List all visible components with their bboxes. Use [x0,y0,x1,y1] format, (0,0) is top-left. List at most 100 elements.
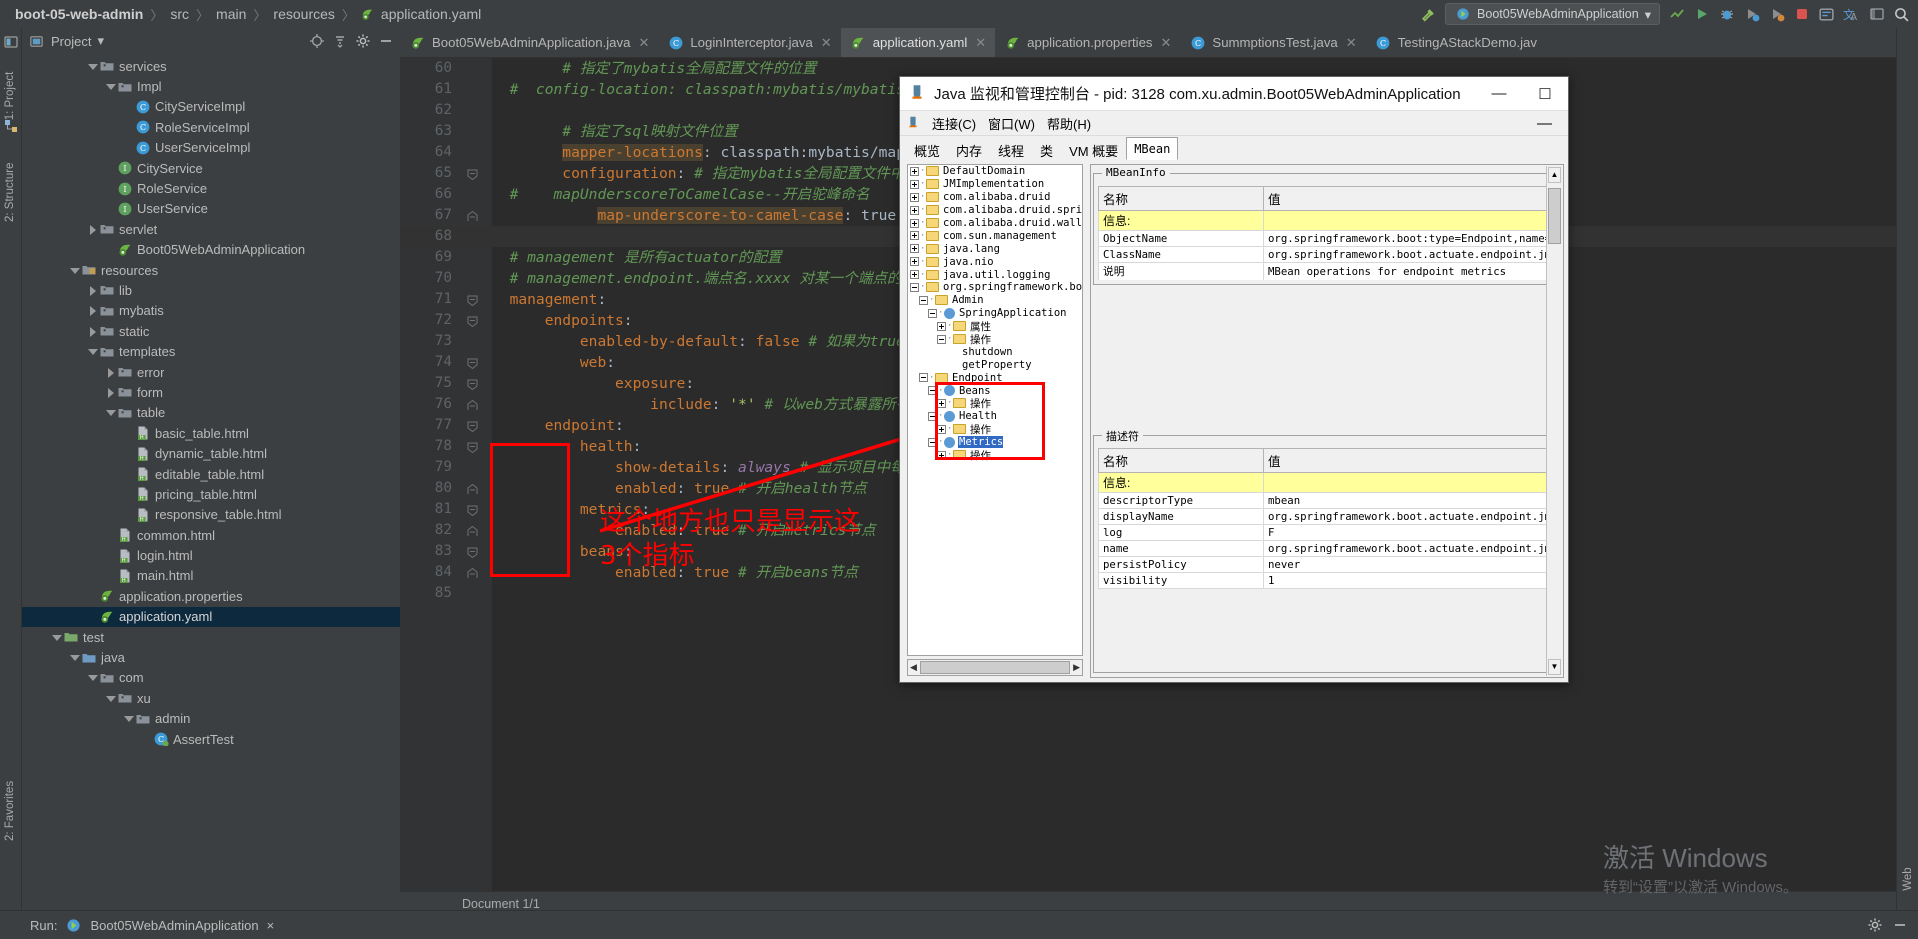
expand-node-icon[interactable] [910,218,919,228]
editor-tab-testingastackdemo-jav[interactable]: C TestingAStackDemo.jav [1366,28,1546,57]
collapse-node-icon[interactable] [919,373,928,383]
minimize-icon[interactable] [377,33,394,50]
close-icon[interactable]: ✕ [821,35,832,51]
fold-end-icon[interactable] [460,394,484,415]
expand-node-icon[interactable] [910,179,919,189]
chevron-down-icon[interactable]: ▾ [97,33,104,49]
chevron-right-icon[interactable] [86,223,99,236]
fold-end-icon[interactable] [460,562,484,583]
expand-node-icon[interactable] [910,257,919,267]
chevron-right-icon[interactable] [86,325,99,338]
table-row[interactable]: 信息: [1098,210,1556,231]
menu-item-help[interactable]: 帮助(H) [1047,114,1091,133]
chevron-right-icon[interactable] [104,386,117,399]
project-tool-icon[interactable] [3,34,19,50]
expand-node-icon[interactable] [910,270,919,280]
mbeaninfo-col-name[interactable]: 名称 [1098,186,1264,211]
tree-node-cityserviceimpl[interactable]: C CityServiceImpl [22,97,400,117]
collapse-node-icon[interactable] [910,282,919,292]
run-tool-label[interactable]: Run: [8,918,57,933]
debug-icon[interactable] [1718,6,1735,23]
build-project-icon[interactable] [1668,6,1685,23]
run-with-coverage-icon[interactable] [1743,6,1760,23]
fold-collapse-icon[interactable] [460,541,484,562]
mbean-node-java-util-logging[interactable]: ··java.util.logging [908,268,1082,281]
tree-node-com[interactable]: com [22,668,400,688]
menu-item-window[interactable]: 窗口(W) [988,114,1035,133]
run-configuration-selector[interactable]: Boot05WebAdminApplication ▾ [1445,3,1660,25]
chevron-right-icon[interactable] [86,284,99,297]
tree-node-admin[interactable]: admin [22,709,400,729]
mbean-node-springapplication[interactable]: ··SpringApplication [908,307,1082,320]
fold-collapse-icon[interactable] [460,436,484,457]
sidebar-strip-structure[interactable]: 2: Structure [4,163,16,222]
expand-node-icon[interactable] [910,231,919,241]
editor-tab-summptionstest-java[interactable]: C SummptionsTest.java ✕ [1180,28,1365,57]
breadcrumb-item-file[interactable]: application.yaml [378,6,484,22]
mbean-node-admin[interactable]: ··Admin [908,294,1082,307]
tree-node-mybatis[interactable]: mybatis [22,301,400,321]
mbean-tree-hscrollbar[interactable]: ◀ ▶ [907,659,1083,676]
chevron-down-icon[interactable] [86,671,99,684]
scroll-thumb[interactable] [919,661,1071,674]
breadcrumb-item-src[interactable]: src [167,6,192,22]
mbean-node-org-springframework-boot[interactable]: ··org.springframework.boot [908,281,1082,294]
tree-node-userserviceimpl[interactable]: C UserServiceImpl [22,138,400,158]
expand-node-icon[interactable] [910,166,919,176]
tree-node-impl[interactable]: Impl [22,76,400,96]
scroll-up-arrow[interactable]: ▲ [1548,167,1561,183]
mbean-node-java-nio[interactable]: ··java.nio [908,255,1082,268]
tree-node-form[interactable]: form [22,382,400,402]
chevron-down-icon[interactable] [104,692,117,705]
tree-node-roleserviceimpl[interactable]: C RoleServiceImpl [22,117,400,137]
gear-icon[interactable] [1866,917,1883,934]
mbean-node-com-sun-management[interactable]: ··com.sun.management [908,229,1082,242]
tree-node-templates[interactable]: templates [22,341,400,361]
tree-node-boot05webadminapplication[interactable]: Boot05WebAdminApplication [22,240,400,260]
build-hammer-icon[interactable] [1420,6,1437,23]
tree-node-services[interactable]: services [22,56,400,76]
mbean-node-shutdown[interactable]: shutdown [908,345,1082,358]
chevron-down-icon[interactable] [50,631,63,644]
run-tab-label[interactable]: Boot05WebAdminApplication [90,918,258,933]
expand-node-icon[interactable] [910,192,919,202]
editor-tab-logininterceptor-java[interactable]: C LoginInterceptor.java ✕ [658,28,840,57]
search-icon[interactable] [1893,6,1910,23]
chevron-down-icon[interactable] [122,712,135,725]
jconsole-menu-bar[interactable]: 连接(C) 窗口(W) 帮助(H) — [900,111,1568,136]
expand-node-icon[interactable] [910,244,919,254]
fold-end-icon[interactable] [460,478,484,499]
mbean-node-com-alibaba-druid-spring-boot-[interactable]: ··com.alibaba.druid.spring.boot. [908,204,1082,217]
profiler-icon[interactable] [1768,6,1785,23]
structure-tool-icon[interactable] [3,118,19,134]
mbean-node-defaultdomain[interactable]: ··DefaultDomain [908,165,1082,178]
table-row[interactable]: visibility 1 [1098,572,1556,589]
jconsole-title-bar[interactable]: Java 监视和管理控制台 - pid: 3128 com.xu.admin.B… [900,77,1568,111]
mbeaninfo-col-value[interactable]: 值 [1263,186,1556,211]
table-row[interactable]: ClassName org.springframework.boot.actuat… [1098,246,1556,263]
tree-node-xu[interactable]: xu [22,688,400,708]
mbean-node-java-lang[interactable]: ··java.lang [908,242,1082,255]
editor-tab-bar[interactable]: Boot05WebAdminApplication.java ✕ C LoginInt… [400,28,1896,58]
editor-tab-boot05webadminapplication-java[interactable]: Boot05WebAdminApplication.java ✕ [400,28,658,57]
close-icon[interactable]: ✕ [638,35,649,51]
table-row[interactable]: name org.springframework.boot.actuate.end… [1098,540,1556,557]
fold-collapse-icon[interactable] [460,373,484,394]
gear-icon[interactable] [354,33,371,50]
tree-node-static[interactable]: static [22,321,400,341]
tree-node-roleservice[interactable]: I RoleService [22,178,400,198]
table-row[interactable]: ObjectName org.springframework.boot:type=… [1098,230,1556,247]
close-icon[interactable]: × [267,918,275,933]
fold-collapse-icon[interactable] [460,310,484,331]
sidebar-strip-favorites[interactable]: 2: Favorites [4,781,16,841]
tree-node-lib[interactable]: lib [22,280,400,300]
expand-node-icon[interactable] [937,321,946,331]
tree-node-java[interactable]: java [22,647,400,667]
mbean-node-com-alibaba-druid-wall[interactable]: ··com.alibaba.druid.wall [908,217,1082,230]
chevron-down-icon[interactable] [68,264,81,277]
scroll-down-arrow[interactable]: ▼ [1548,659,1561,675]
tree-node-main-html[interactable]: Hmain.html [22,566,400,586]
collapse-node-icon[interactable] [937,334,946,344]
jconsole-minimize-button[interactable]: — [1476,77,1522,111]
sidebar-strip-project[interactable]: 1: Project [4,68,16,124]
